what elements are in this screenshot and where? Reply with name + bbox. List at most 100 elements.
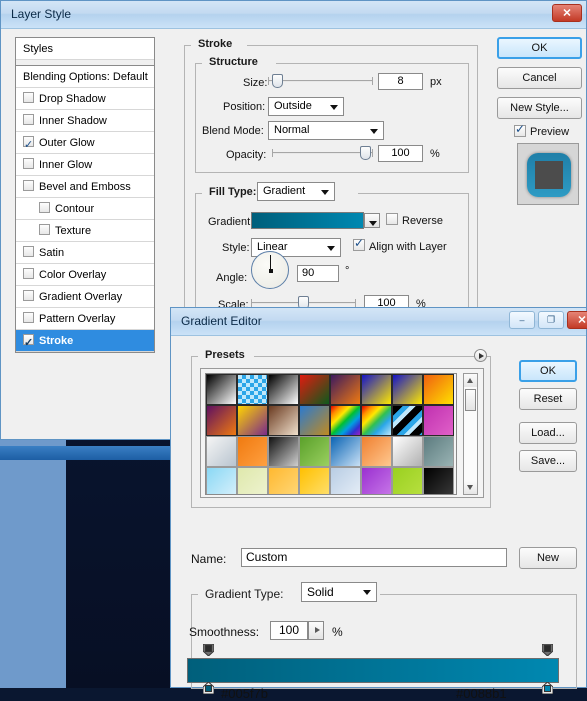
angle-input[interactable]: 90 [297, 265, 339, 282]
preset-swatch[interactable] [268, 436, 299, 467]
stop-color-chip[interactable] [205, 685, 212, 692]
ok-button[interactable]: OK [497, 37, 582, 59]
fill-type-select[interactable]: Gradient [257, 182, 335, 201]
styles-list[interactable]: Styles Blending Options: Default Drop Sh… [15, 37, 155, 353]
preset-swatch[interactable] [330, 374, 361, 405]
color-stop-right[interactable] [541, 681, 554, 695]
preset-swatch[interactable] [268, 405, 299, 436]
reverse-checkbox[interactable] [386, 213, 398, 225]
checkbox-icon[interactable] [23, 312, 34, 323]
sidebar-item-contour[interactable]: Contour [16, 198, 154, 220]
sidebar-item-drop-shadow[interactable]: Drop Shadow [16, 88, 154, 110]
preview-checkbox[interactable] [514, 122, 526, 137]
preset-swatch[interactable] [392, 405, 423, 436]
preset-swatch[interactable] [361, 436, 392, 467]
preset-swatch[interactable] [330, 436, 361, 467]
blend-mode-select[interactable]: Normal [268, 121, 384, 140]
preset-swatch[interactable] [237, 374, 268, 405]
preset-swatch[interactable] [330, 467, 361, 494]
preset-swatch[interactable] [237, 467, 268, 494]
preset-swatch[interactable] [237, 405, 268, 436]
preset-swatch[interactable] [206, 405, 237, 436]
smoothness-stepper[interactable] [308, 621, 324, 640]
stop-opacity-chip[interactable] [205, 645, 212, 652]
presets-grid[interactable] [205, 373, 457, 495]
checkbox-icon[interactable] [23, 246, 34, 257]
checkbox-icon[interactable] [23, 290, 34, 301]
checkbox-icon[interactable] [23, 114, 34, 125]
sidebar-item-stroke[interactable]: Stroke [16, 330, 154, 352]
stop-color-chip[interactable] [544, 685, 551, 692]
checkbox-icon[interactable] [23, 158, 34, 169]
preset-swatch[interactable] [299, 436, 330, 467]
checkbox-icon[interactable] [23, 180, 34, 191]
preset-swatch[interactable] [423, 405, 454, 436]
scrollbar-thumb[interactable] [465, 389, 476, 411]
preset-swatch[interactable] [361, 374, 392, 405]
preset-swatch[interactable] [423, 436, 454, 467]
gradient-type-select[interactable]: Solid [301, 582, 377, 602]
sidebar-item-satin[interactable]: Satin [16, 242, 154, 264]
layer-style-close-button[interactable]: ✕ [552, 4, 582, 22]
gradient-preview-bar[interactable] [187, 658, 559, 683]
color-stop-left[interactable] [202, 681, 215, 695]
presets-scrollbar[interactable] [463, 373, 478, 495]
preset-swatch[interactable] [268, 374, 299, 405]
preset-swatch[interactable] [423, 374, 454, 405]
new-gradient-button[interactable]: New [519, 547, 577, 569]
sidebar-item-bevel-and-emboss[interactable]: Bevel and Emboss [16, 176, 154, 198]
preset-swatch[interactable] [206, 374, 237, 405]
opacity-stop-right[interactable] [541, 643, 554, 657]
sidebar-item-blending-options[interactable]: Blending Options: Default [16, 66, 154, 88]
gradient-swatch[interactable] [251, 212, 380, 229]
gradient-load-button[interactable]: Load... [519, 422, 577, 444]
scroll-up-button[interactable] [464, 374, 477, 387]
stop-opacity-chip[interactable] [544, 645, 551, 652]
gradient-editor-titlebar[interactable]: Gradient Editor – ❐ ✕ [171, 308, 587, 336]
sidebar-item-texture[interactable]: Texture [16, 220, 154, 242]
scroll-down-button[interactable] [464, 481, 477, 494]
gradient-save-button[interactable]: Save... [519, 450, 577, 472]
sidebar-item-inner-glow[interactable]: Inner Glow [16, 154, 154, 176]
preset-swatch[interactable] [361, 467, 392, 494]
checkbox-checked-icon[interactable] [23, 332, 34, 352]
sidebar-item-color-overlay[interactable]: Color Overlay [16, 264, 154, 286]
maximize-button[interactable]: ❐ [538, 311, 564, 329]
layer-style-titlebar[interactable]: Layer Style ✕ [1, 1, 586, 29]
gradient-ok-button[interactable]: OK [519, 360, 577, 382]
preset-swatch[interactable] [206, 436, 237, 467]
smoothness-input[interactable]: 100 [270, 621, 308, 640]
preset-swatch[interactable] [423, 467, 454, 494]
preset-swatch[interactable] [392, 436, 423, 467]
checkbox-icon[interactable] [23, 268, 34, 279]
preset-swatch[interactable] [206, 467, 237, 494]
name-input[interactable]: Custom [241, 548, 507, 567]
checkbox-icon[interactable] [39, 224, 50, 235]
position-select[interactable]: Outside [268, 97, 344, 116]
checkbox-icon[interactable] [39, 202, 50, 213]
preset-swatch[interactable] [361, 405, 392, 436]
preset-swatch[interactable] [268, 467, 299, 494]
gradient-dropdown-button[interactable] [364, 213, 380, 228]
opacity-input[interactable]: 100 [378, 145, 423, 162]
minimize-button[interactable]: – [509, 311, 535, 329]
preset-swatch[interactable] [237, 436, 268, 467]
align-with-layer-checkbox[interactable] [353, 236, 365, 251]
sidebar-item-inner-shadow[interactable]: Inner Shadow [16, 110, 154, 132]
opacity-stop-left[interactable] [202, 643, 215, 657]
checkbox-icon[interactable] [23, 92, 34, 103]
size-input[interactable]: 8 [378, 73, 423, 90]
preset-swatch[interactable] [392, 374, 423, 405]
new-style-button[interactable]: New Style... [497, 97, 582, 119]
preset-swatch[interactable] [299, 374, 330, 405]
sidebar-item-outer-glow[interactable]: Outer Glow [16, 132, 154, 156]
preset-swatch[interactable] [392, 467, 423, 494]
sidebar-item-gradient-overlay[interactable]: Gradient Overlay [16, 286, 154, 308]
cancel-button[interactable]: Cancel [497, 67, 582, 89]
gradient-editor-close-button[interactable]: ✕ [567, 311, 587, 329]
sidebar-item-pattern-overlay[interactable]: Pattern Overlay [16, 308, 154, 330]
opacity-slider[interactable] [272, 146, 373, 160]
preset-swatch[interactable] [330, 405, 361, 436]
checkbox-checked-icon[interactable] [23, 134, 34, 156]
presets-menu-icon[interactable] [474, 349, 487, 362]
